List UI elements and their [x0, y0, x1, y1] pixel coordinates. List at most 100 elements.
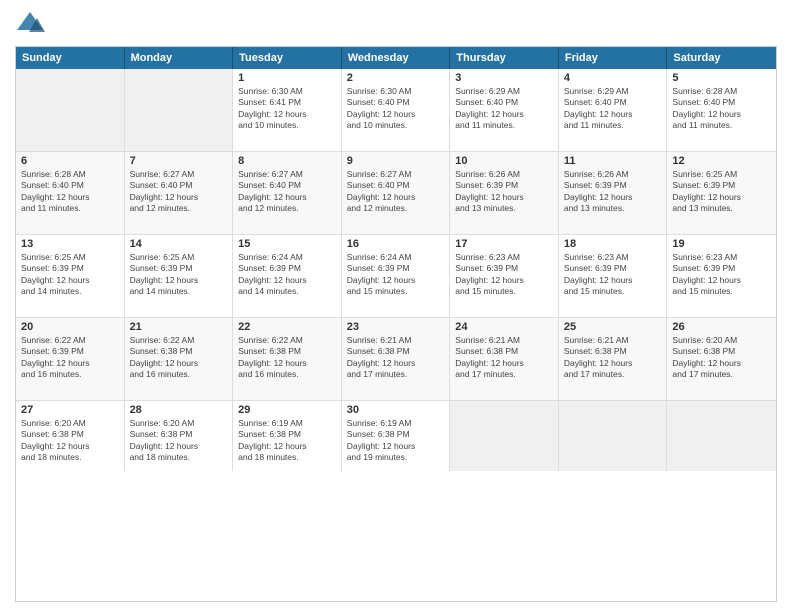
- calendar-cell: 19 Sunrise: 6:23 AM Sunset: 6:39 PM Dayli…: [667, 235, 776, 317]
- calendar-cell: 3 Sunrise: 6:29 AM Sunset: 6:40 PM Daylig…: [450, 69, 559, 151]
- calendar-cell: 26 Sunrise: 6:20 AM Sunset: 6:38 PM Dayli…: [667, 318, 776, 400]
- day-number: 23: [347, 321, 445, 333]
- calendar-cell: 22 Sunrise: 6:22 AM Sunset: 6:38 PM Dayli…: [233, 318, 342, 400]
- day-info: Sunrise: 6:23 AM Sunset: 6:39 PM Dayligh…: [672, 252, 771, 298]
- calendar-cell: 29 Sunrise: 6:19 AM Sunset: 6:38 PM Dayli…: [233, 401, 342, 471]
- logo-icon: [15, 10, 45, 38]
- calendar-cell: 17 Sunrise: 6:23 AM Sunset: 6:39 PM Dayli…: [450, 235, 559, 317]
- calendar-cell: 20 Sunrise: 6:22 AM Sunset: 6:39 PM Dayli…: [16, 318, 125, 400]
- day-number: 18: [564, 238, 662, 250]
- day-number: 3: [455, 72, 553, 84]
- day-number: 24: [455, 321, 553, 333]
- calendar-header-day: Thursday: [450, 47, 559, 69]
- calendar-cell: 28 Sunrise: 6:20 AM Sunset: 6:38 PM Dayli…: [125, 401, 234, 471]
- calendar-cell: [559, 401, 668, 471]
- calendar-cell: 18 Sunrise: 6:23 AM Sunset: 6:39 PM Dayli…: [559, 235, 668, 317]
- day-number: 8: [238, 155, 336, 167]
- day-info: Sunrise: 6:22 AM Sunset: 6:39 PM Dayligh…: [21, 335, 119, 381]
- day-number: 29: [238, 404, 336, 416]
- calendar-header-day: Sunday: [16, 47, 125, 69]
- calendar-cell: 2Sunrise: 6:30 AM Sunset: 6:40 PM Daylig…: [342, 69, 451, 151]
- day-info: Sunrise: 6:19 AM Sunset: 6:38 PM Dayligh…: [347, 418, 445, 464]
- calendar: SundayMondayTuesdayWednesdayThursdayFrid…: [15, 46, 777, 602]
- calendar-header-day: Wednesday: [342, 47, 451, 69]
- calendar-cell: 8Sunrise: 6:27 AM Sunset: 6:40 PM Daylig…: [233, 152, 342, 234]
- calendar-cell: 4 Sunrise: 6:29 AM Sunset: 6:40 PM Daylig…: [559, 69, 668, 151]
- calendar-cell: 16 Sunrise: 6:24 AM Sunset: 6:39 PM Dayli…: [342, 235, 451, 317]
- day-info: Sunrise: 6:20 AM Sunset: 6:38 PM Dayligh…: [130, 418, 228, 464]
- calendar-cell: 7 Sunrise: 6:27 AM Sunset: 6:40 PM Daylig…: [125, 152, 234, 234]
- day-number: 30: [347, 404, 445, 416]
- calendar-cell: 14Sunrise: 6:25 AM Sunset: 6:39 PM Dayli…: [125, 235, 234, 317]
- day-number: 1: [238, 72, 336, 84]
- day-number: 19: [672, 238, 771, 250]
- day-info: Sunrise: 6:19 AM Sunset: 6:38 PM Dayligh…: [238, 418, 336, 464]
- calendar-cell: 9 Sunrise: 6:27 AM Sunset: 6:40 PM Daylig…: [342, 152, 451, 234]
- day-info: Sunrise: 6:29 AM Sunset: 6:40 PM Dayligh…: [455, 86, 553, 132]
- day-number: 12: [672, 155, 771, 167]
- day-number: 5: [672, 72, 771, 84]
- day-info: Sunrise: 6:22 AM Sunset: 6:38 PM Dayligh…: [238, 335, 336, 381]
- calendar-header-day: Monday: [125, 47, 234, 69]
- day-number: 20: [21, 321, 119, 333]
- calendar-cell: 23 Sunrise: 6:21 AM Sunset: 6:38 PM Dayli…: [342, 318, 451, 400]
- calendar-row: 6Sunrise: 6:28 AM Sunset: 6:40 PM Daylig…: [16, 152, 776, 235]
- calendar-cell: [450, 401, 559, 471]
- calendar-header: SundayMondayTuesdayWednesdayThursdayFrid…: [16, 47, 776, 69]
- day-info: Sunrise: 6:23 AM Sunset: 6:39 PM Dayligh…: [564, 252, 662, 298]
- day-number: 25: [564, 321, 662, 333]
- calendar-header-day: Saturday: [667, 47, 776, 69]
- day-info: Sunrise: 6:22 AM Sunset: 6:38 PM Dayligh…: [130, 335, 228, 381]
- day-number: 28: [130, 404, 228, 416]
- day-info: Sunrise: 6:29 AM Sunset: 6:40 PM Dayligh…: [564, 86, 662, 132]
- day-number: 7: [130, 155, 228, 167]
- calendar-cell: 11Sunrise: 6:26 AM Sunset: 6:39 PM Dayli…: [559, 152, 668, 234]
- calendar-cell: 5Sunrise: 6:28 AM Sunset: 6:40 PM Daylig…: [667, 69, 776, 151]
- calendar-row: 13 Sunrise: 6:25 AM Sunset: 6:39 PM Dayli…: [16, 235, 776, 318]
- calendar-cell: 25 Sunrise: 6:21 AM Sunset: 6:38 PM Dayli…: [559, 318, 668, 400]
- day-info: Sunrise: 6:25 AM Sunset: 6:39 PM Dayligh…: [672, 169, 771, 215]
- page: SundayMondayTuesdayWednesdayThursdayFrid…: [0, 0, 792, 612]
- day-info: Sunrise: 6:21 AM Sunset: 6:38 PM Dayligh…: [347, 335, 445, 381]
- calendar-cell: 6Sunrise: 6:28 AM Sunset: 6:40 PM Daylig…: [16, 152, 125, 234]
- calendar-cell: 24Sunrise: 6:21 AM Sunset: 6:38 PM Dayli…: [450, 318, 559, 400]
- day-number: 11: [564, 155, 662, 167]
- calendar-cell: 12 Sunrise: 6:25 AM Sunset: 6:39 PM Dayli…: [667, 152, 776, 234]
- calendar-cell: 13 Sunrise: 6:25 AM Sunset: 6:39 PM Dayli…: [16, 235, 125, 317]
- calendar-cell: 27Sunrise: 6:20 AM Sunset: 6:38 PM Dayli…: [16, 401, 125, 471]
- day-number: 26: [672, 321, 771, 333]
- calendar-header-day: Friday: [559, 47, 668, 69]
- day-info: Sunrise: 6:21 AM Sunset: 6:38 PM Dayligh…: [564, 335, 662, 381]
- day-info: Sunrise: 6:24 AM Sunset: 6:39 PM Dayligh…: [238, 252, 336, 298]
- day-info: Sunrise: 6:25 AM Sunset: 6:39 PM Dayligh…: [130, 252, 228, 298]
- day-info: Sunrise: 6:30 AM Sunset: 6:41 PM Dayligh…: [238, 86, 336, 132]
- day-number: 17: [455, 238, 553, 250]
- calendar-row: 1 Sunrise: 6:30 AM Sunset: 6:41 PM Daylig…: [16, 69, 776, 152]
- day-number: 10: [455, 155, 553, 167]
- calendar-cell: 15 Sunrise: 6:24 AM Sunset: 6:39 PM Dayli…: [233, 235, 342, 317]
- day-number: 6: [21, 155, 119, 167]
- day-number: 9: [347, 155, 445, 167]
- calendar-row: 27Sunrise: 6:20 AM Sunset: 6:38 PM Dayli…: [16, 401, 776, 471]
- calendar-cell: 10Sunrise: 6:26 AM Sunset: 6:39 PM Dayli…: [450, 152, 559, 234]
- day-info: Sunrise: 6:20 AM Sunset: 6:38 PM Dayligh…: [21, 418, 119, 464]
- day-info: Sunrise: 6:27 AM Sunset: 6:40 PM Dayligh…: [347, 169, 445, 215]
- day-info: Sunrise: 6:25 AM Sunset: 6:39 PM Dayligh…: [21, 252, 119, 298]
- logo: [15, 10, 47, 38]
- day-info: Sunrise: 6:23 AM Sunset: 6:39 PM Dayligh…: [455, 252, 553, 298]
- calendar-row: 20 Sunrise: 6:22 AM Sunset: 6:39 PM Dayli…: [16, 318, 776, 401]
- calendar-cell: [125, 69, 234, 151]
- day-info: Sunrise: 6:20 AM Sunset: 6:38 PM Dayligh…: [672, 335, 771, 381]
- day-info: Sunrise: 6:24 AM Sunset: 6:39 PM Dayligh…: [347, 252, 445, 298]
- calendar-cell: 1 Sunrise: 6:30 AM Sunset: 6:41 PM Daylig…: [233, 69, 342, 151]
- day-number: 16: [347, 238, 445, 250]
- header: [15, 10, 777, 38]
- day-number: 13: [21, 238, 119, 250]
- day-info: Sunrise: 6:27 AM Sunset: 6:40 PM Dayligh…: [130, 169, 228, 215]
- day-number: 15: [238, 238, 336, 250]
- day-number: 4: [564, 72, 662, 84]
- day-number: 22: [238, 321, 336, 333]
- day-number: 21: [130, 321, 228, 333]
- calendar-body: 1 Sunrise: 6:30 AM Sunset: 6:41 PM Daylig…: [16, 69, 776, 471]
- calendar-cell: [667, 401, 776, 471]
